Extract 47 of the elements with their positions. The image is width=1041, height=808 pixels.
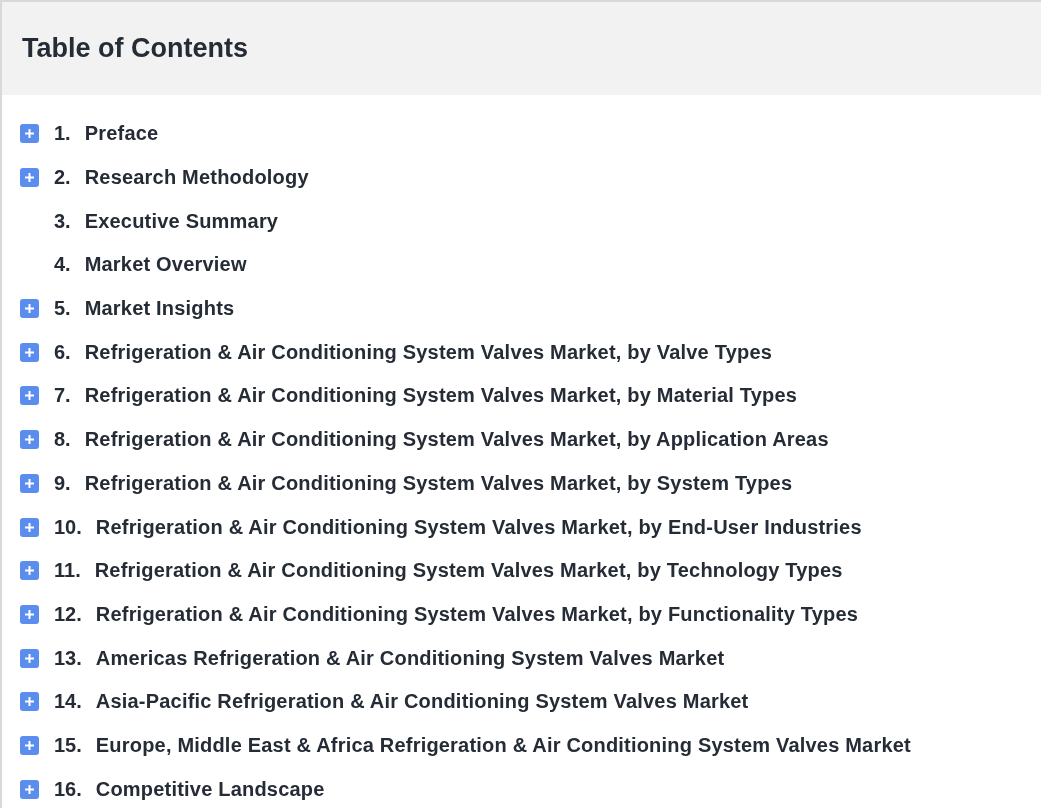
section-title[interactable]: Research Methodology xyxy=(84,166,309,190)
section-title[interactable]: Market Insights xyxy=(84,297,235,321)
section-number: 10. xyxy=(54,515,82,539)
section-number: 6. xyxy=(54,340,71,364)
expand-plus-icon[interactable] xyxy=(20,561,39,581)
section-title[interactable]: Refrigeration & Air Conditioning System Valves Market, by Functionality Types xyxy=(95,602,859,626)
section-number: 1. xyxy=(54,122,71,146)
section-title[interactable]: Executive Summary xyxy=(84,209,279,233)
expand-plus-icon[interactable] xyxy=(20,692,39,712)
section-title[interactable]: Asia-Pacific Refrigeration & Air Conditioning System Valves Market xyxy=(95,690,749,714)
section-title[interactable]: Competitive Landscape xyxy=(95,777,325,801)
section-title[interactable]: Americas Refrigeration & Air Conditioning System Valves Market xyxy=(95,646,725,670)
section-number: 2. xyxy=(54,166,71,190)
section-number: 4. xyxy=(54,253,71,277)
section-title[interactable]: Market Overview xyxy=(84,253,247,277)
section-title[interactable]: Refrigeration & Air Conditioning System Valves Market, by Valve Types xyxy=(84,340,773,364)
expand-plus-icon[interactable] xyxy=(20,430,39,450)
expand-plus-icon[interactable] xyxy=(20,779,39,799)
expand-plus-icon[interactable] xyxy=(20,299,39,319)
expand-plus-icon[interactable] xyxy=(20,168,39,188)
section-number: 16. xyxy=(54,777,82,801)
section-number: 7. xyxy=(54,384,71,408)
section-number: 5. xyxy=(54,297,71,321)
expand-plus-icon[interactable] xyxy=(20,648,39,668)
section-number: 14. xyxy=(54,690,82,714)
section-number: 3. xyxy=(54,209,71,233)
expand-plus-icon[interactable] xyxy=(20,386,39,406)
section-title[interactable]: Refrigeration & Air Conditioning System Valves Market, by System Types xyxy=(84,471,793,495)
expand-plus-icon[interactable] xyxy=(20,604,39,624)
expand-plus-icon[interactable] xyxy=(20,517,39,537)
section-title[interactable]: Europe, Middle East & Africa Refrigeration & Air Conditioning System Valves Market xyxy=(95,733,911,757)
section-title[interactable]: Preface xyxy=(84,122,159,146)
expand-plus-icon[interactable] xyxy=(20,473,39,493)
section-number: 13. xyxy=(54,646,82,670)
section-number: 8. xyxy=(54,428,71,452)
section-title[interactable]: Refrigeration & Air Conditioning System Valves Market, by End-User Industries xyxy=(95,515,862,539)
expand-plus-icon[interactable] xyxy=(20,342,39,362)
section-number: 9. xyxy=(54,471,71,495)
expand-plus-icon[interactable] xyxy=(20,735,39,755)
section-title[interactable]: Refrigeration & Air Conditioning System Valves Market, by Application Areas xyxy=(84,428,829,452)
toc-title: Table of Contents xyxy=(22,33,248,64)
section-number: 15. xyxy=(54,733,82,757)
section-title[interactable]: Refrigeration & Air Conditioning System Valves Market, by Material Types xyxy=(84,384,798,408)
section-number: 12. xyxy=(54,602,82,626)
section-title[interactable]: Refrigeration & Air Conditioning System Valves Market, by Technology Types xyxy=(94,559,843,583)
expand-plus-icon[interactable] xyxy=(20,124,39,144)
section-number: 11. xyxy=(54,559,81,583)
